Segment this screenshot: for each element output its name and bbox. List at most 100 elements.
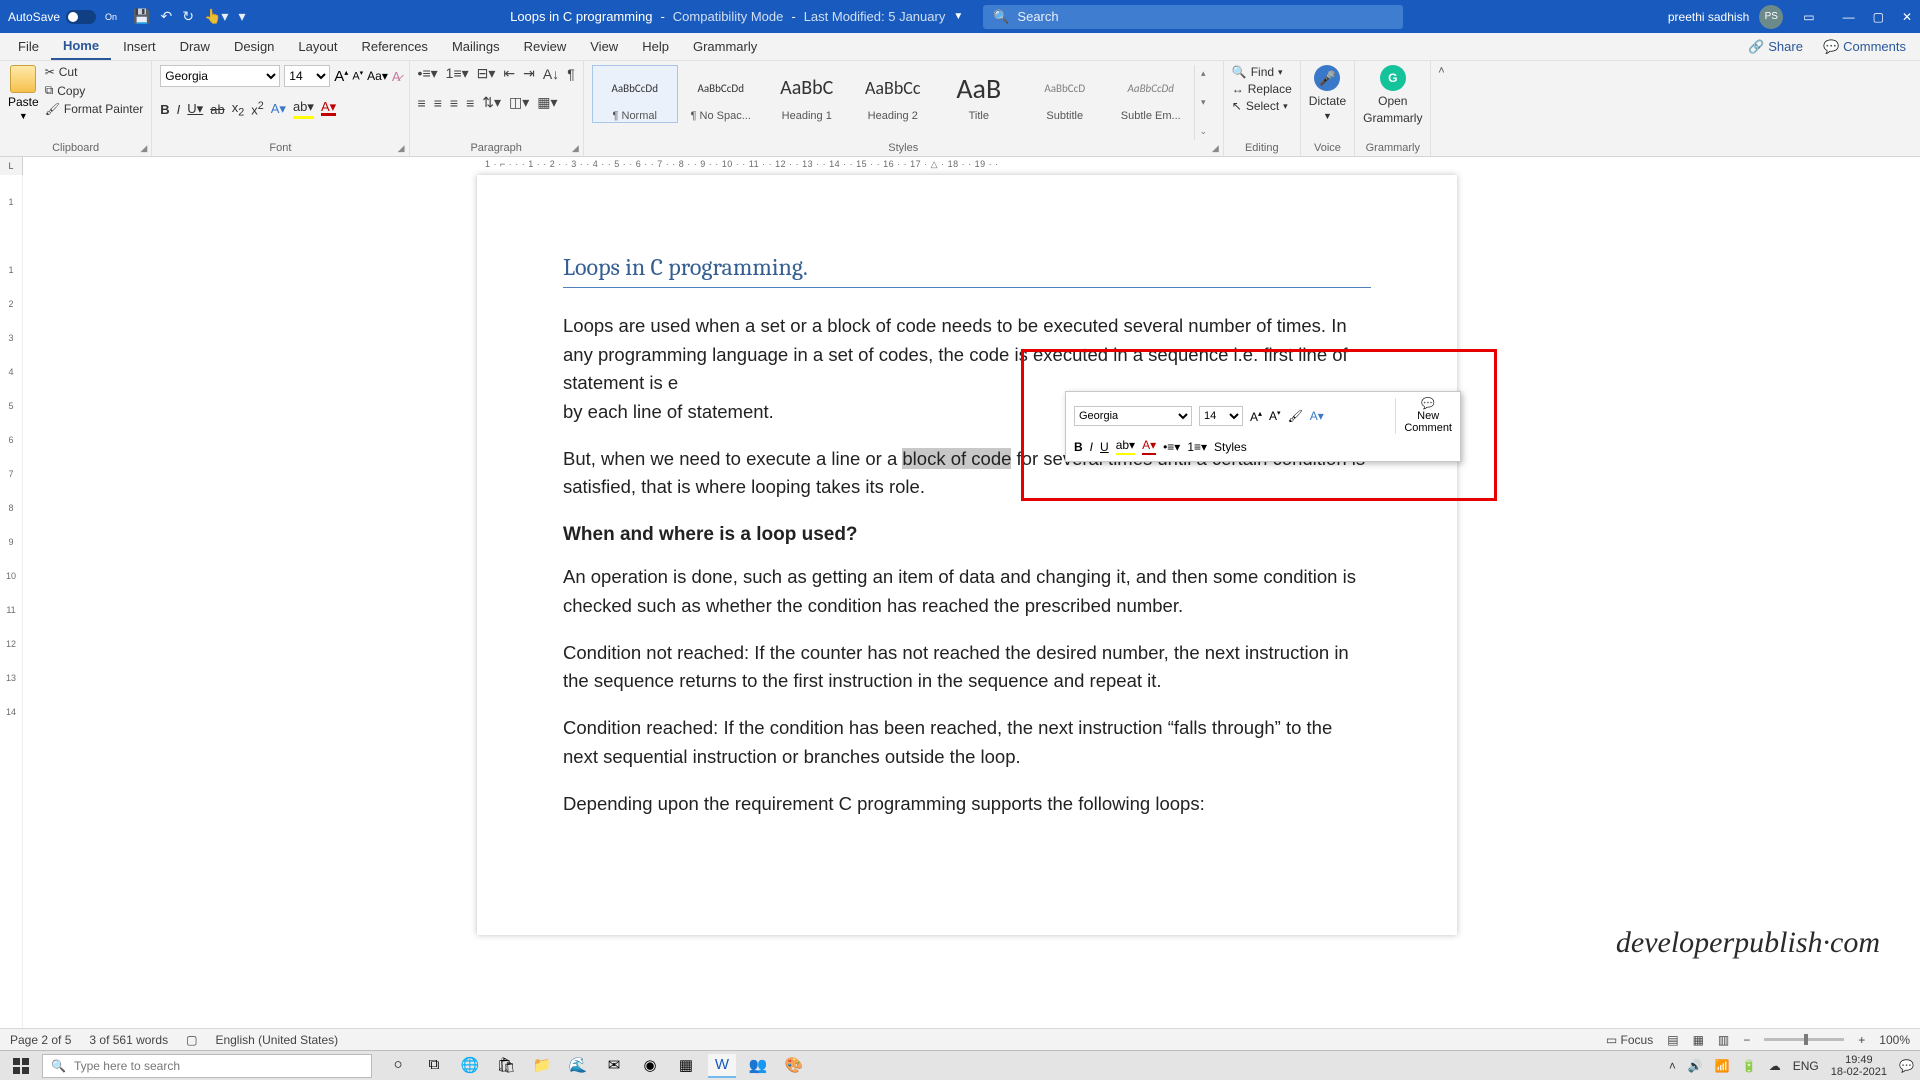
- shrink-font-icon[interactable]: A▾: [352, 69, 363, 83]
- dictate-button[interactable]: Dictate: [1309, 94, 1346, 108]
- teams-icon[interactable]: 👥: [744, 1054, 772, 1078]
- mini-size-select[interactable]: 14: [1199, 406, 1243, 426]
- view-read-icon[interactable]: ▤: [1667, 1033, 1678, 1047]
- taskview-icon[interactable]: ⧉: [420, 1054, 448, 1078]
- shading-icon[interactable]: ◫▾: [509, 94, 529, 111]
- styles-button[interactable]: Styles: [1214, 440, 1247, 454]
- toggle-icon[interactable]: [66, 10, 96, 24]
- clear-format-icon[interactable]: A̷: [392, 69, 401, 84]
- autosave-toggle[interactable]: AutoSave On: [8, 10, 117, 24]
- ribbon-display-icon[interactable]: ▭: [1803, 10, 1814, 24]
- styles-scroll[interactable]: ▴▾⌄: [1194, 65, 1212, 140]
- align-right-icon[interactable]: ≡: [450, 95, 458, 111]
- account-area[interactable]: preethi sadhish PS ▭ — ▢ ✕: [1668, 5, 1912, 29]
- grammarly-icon[interactable]: G: [1380, 65, 1406, 91]
- cortana-icon[interactable]: ○: [384, 1054, 412, 1078]
- style-heading1[interactable]: AaBbCHeading 1: [764, 65, 850, 123]
- text-selection[interactable]: block of code: [902, 448, 1011, 469]
- tab-selector[interactable]: L: [0, 157, 23, 175]
- increase-indent-icon[interactable]: ⇥: [523, 65, 535, 82]
- dialog-launcher-icon[interactable]: ◢: [140, 143, 147, 154]
- bold-button[interactable]: B: [160, 102, 169, 117]
- style-normal[interactable]: AaBbCcDd¶ Normal: [592, 65, 678, 123]
- new-comment-button[interactable]: 💬 New Comment: [1395, 398, 1452, 434]
- replace-button[interactable]: ↔Replace: [1232, 82, 1292, 96]
- page-indicator[interactable]: Page 2 of 5: [10, 1033, 71, 1047]
- app-icon[interactable]: ◉: [636, 1054, 664, 1078]
- tab-references[interactable]: References: [349, 33, 439, 60]
- explorer-icon[interactable]: 📁: [528, 1054, 556, 1078]
- edge-icon[interactable]: 🌊: [564, 1054, 592, 1078]
- tab-layout[interactable]: Layout: [286, 33, 349, 60]
- numbering-icon[interactable]: 1≡▾: [1187, 440, 1207, 454]
- italic-button[interactable]: I: [177, 102, 181, 117]
- word-icon[interactable]: W: [708, 1054, 736, 1078]
- font-color-icon[interactable]: A▾: [1142, 438, 1156, 455]
- numbering-icon[interactable]: 1≡▾: [446, 65, 469, 82]
- grow-font-icon[interactable]: A▴: [1250, 409, 1262, 424]
- notifications-icon[interactable]: 💬: [1899, 1059, 1914, 1073]
- taskbar-search[interactable]: 🔍 Type here to search: [42, 1054, 372, 1078]
- undo-icon[interactable]: ↶: [161, 8, 173, 25]
- subscript-button[interactable]: x2: [232, 100, 245, 119]
- dialog-launcher-icon[interactable]: ◢: [572, 143, 579, 154]
- cut-button[interactable]: ✂Cut: [45, 65, 144, 79]
- redo-icon[interactable]: ↻: [182, 8, 194, 25]
- touch-mode-icon[interactable]: 👆▾: [204, 8, 228, 25]
- store-icon[interactable]: 🛍: [492, 1054, 520, 1078]
- zoom-out-icon[interactable]: −: [1743, 1033, 1750, 1047]
- align-center-icon[interactable]: ≡: [434, 95, 442, 111]
- decrease-indent-icon[interactable]: ⇤: [503, 65, 515, 82]
- view-print-icon[interactable]: ▦: [1693, 1033, 1704, 1047]
- customize-qat-icon[interactable]: ▾: [238, 8, 245, 25]
- minimize-icon[interactable]: —: [1843, 10, 1855, 24]
- bullets-icon[interactable]: •≡▾: [1163, 440, 1180, 454]
- chevron-down-icon[interactable]: ▼: [1323, 111, 1332, 121]
- battery-icon[interactable]: 🔋: [1742, 1059, 1757, 1073]
- highlight-icon[interactable]: ab▾: [1116, 438, 1135, 455]
- copy-button[interactable]: ⧉Copy: [45, 83, 144, 98]
- tab-view[interactable]: View: [578, 33, 630, 60]
- maximize-icon[interactable]: ▢: [1873, 10, 1884, 24]
- focus-mode-button[interactable]: ▭ Focus: [1606, 1033, 1653, 1047]
- show-marks-icon[interactable]: ¶: [567, 66, 575, 82]
- change-case-icon[interactable]: Aa▾: [367, 69, 388, 83]
- save-icon[interactable]: 💾: [133, 8, 150, 25]
- paint-icon[interactable]: 🎨: [780, 1054, 808, 1078]
- underline-button[interactable]: U: [1100, 440, 1109, 454]
- tab-insert[interactable]: Insert: [111, 33, 168, 60]
- language-indicator[interactable]: English (United States): [215, 1033, 338, 1047]
- tab-mailings[interactable]: Mailings: [440, 33, 512, 60]
- tab-design[interactable]: Design: [222, 33, 286, 60]
- open-grammarly-button[interactable]: Open: [1378, 94, 1407, 108]
- font-name-select[interactable]: Georgia: [160, 65, 280, 87]
- word-count[interactable]: 3 of 561 words: [89, 1033, 168, 1047]
- ruler-scale[interactable]: 1 · ⌐ · · · 1 · · 2 · · 3 · · 4 · · 5 · …: [485, 159, 999, 170]
- style-subtitle[interactable]: AaBbCcDSubtitle: [1022, 65, 1108, 123]
- chevron-down-icon[interactable]: ▼: [19, 111, 28, 121]
- style-title[interactable]: AaBTitle: [936, 65, 1022, 123]
- style-heading2[interactable]: AaBbCcHeading 2: [850, 65, 936, 123]
- dialog-launcher-icon[interactable]: ◢: [398, 143, 405, 154]
- style-subtle-em[interactable]: AaBbCcDdSubtle Em...: [1108, 65, 1194, 123]
- italic-button[interactable]: I: [1090, 440, 1093, 454]
- tab-draw[interactable]: Draw: [168, 33, 222, 60]
- multilevel-icon[interactable]: ⊟▾: [477, 65, 496, 82]
- text-effects-icon[interactable]: A▾: [271, 101, 286, 117]
- volume-icon[interactable]: 🔊: [1688, 1059, 1703, 1073]
- mini-font-select[interactable]: Georgia: [1074, 406, 1192, 426]
- view-web-icon[interactable]: ▥: [1718, 1033, 1729, 1047]
- search-box[interactable]: 🔍: [983, 5, 1403, 29]
- find-button[interactable]: 🔍Find ▾: [1232, 65, 1283, 79]
- start-button[interactable]: [6, 1054, 36, 1078]
- mail-icon[interactable]: ✉: [600, 1054, 628, 1078]
- tab-file[interactable]: File: [6, 33, 51, 60]
- grow-font-icon[interactable]: A▴: [334, 68, 348, 85]
- superscript-button[interactable]: x2: [251, 100, 264, 117]
- share-button[interactable]: 🔗 Share: [1742, 39, 1809, 55]
- select-button[interactable]: ↖Select ▾: [1232, 99, 1288, 113]
- page[interactable]: Loops in C programming. Loops are used w…: [477, 175, 1457, 935]
- line-spacing-icon[interactable]: ⇅▾: [482, 94, 501, 111]
- sort-icon[interactable]: A↓: [543, 66, 559, 82]
- search-input[interactable]: [1017, 9, 1393, 24]
